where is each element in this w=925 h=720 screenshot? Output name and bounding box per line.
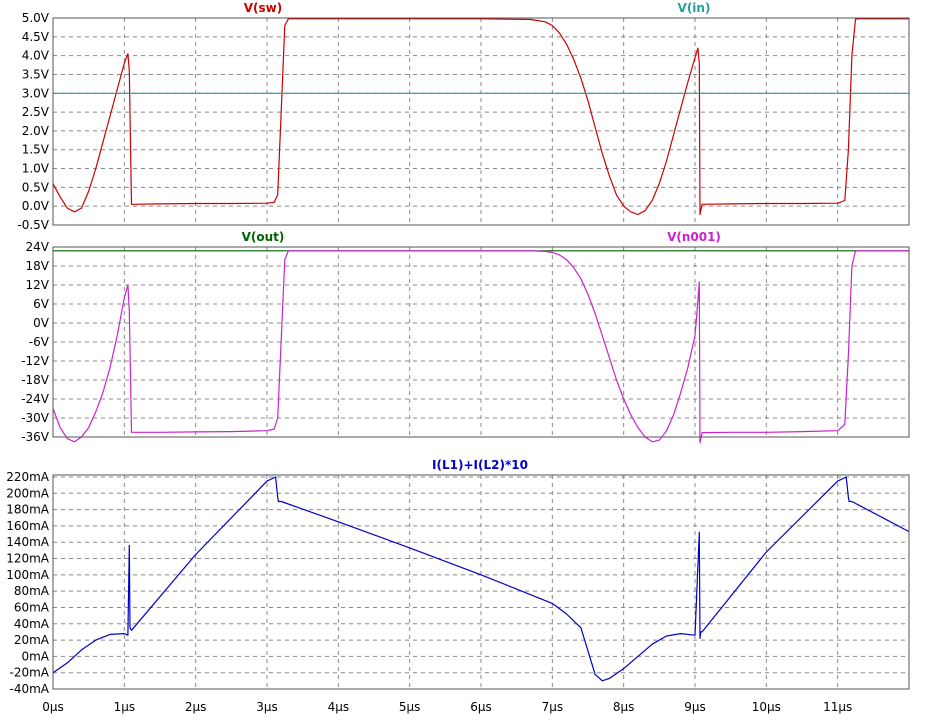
x-tick-label: 7µs: [542, 700, 564, 714]
plot-canvas: 5.0V 4.5V 4.0V 3.5V 3.0V 2.5V 2.0V 1.5V 1.0V 0.5V…: [0, 0, 925, 715]
y-tick-label: 0.5V: [22, 180, 50, 194]
y-tick-label: 24V: [26, 240, 50, 254]
y-tick-label: 4.5V: [22, 30, 50, 44]
y-tick-label: 0.0V: [22, 199, 50, 213]
x-tick-label: 1µs: [114, 700, 136, 714]
y-tick-label: 100mA: [6, 568, 50, 582]
y-tick-label: -6V: [29, 335, 50, 349]
y-tick-label: -36V: [21, 430, 50, 444]
y-tick-label: 80mA: [14, 584, 50, 598]
y-tick-label: 4.0V: [22, 49, 50, 63]
y-tick-label: -40mA: [10, 682, 50, 696]
y-tick-label: 200mA: [6, 486, 50, 500]
x-tick-label: 3µs: [256, 700, 278, 714]
y-tick-label: 1.5V: [22, 143, 50, 157]
y-tick-label: 40mA: [14, 617, 50, 631]
y-tick-label: -0.5V: [17, 218, 49, 232]
series-label[interactable]: V(sw): [244, 1, 282, 15]
y-tick-label: 6V: [33, 297, 50, 311]
y-tick-label: 2.0V: [22, 124, 50, 138]
waveform-viewer: 5.0V 4.5V 4.0V 3.5V 3.0V 2.5V 2.0V 1.5V 1.0V 0.5V…: [0, 0, 925, 720]
x-tick-label: 9µs: [684, 700, 706, 714]
y-tick-label: 3.5V: [22, 67, 50, 81]
x-tick-label: 2µs: [185, 700, 207, 714]
x-tick-label: 4µs: [328, 700, 350, 714]
y-tick-label: 1.0V: [22, 162, 50, 176]
x-tick-label: 10µs: [752, 700, 781, 714]
y-tick-label: 180mA: [6, 503, 50, 517]
x-tick-label: 0µs: [42, 700, 64, 714]
y-tick-label: 3.0V: [22, 86, 50, 100]
series-label[interactable]: V(out): [242, 230, 285, 244]
y-tick-label: 2.5V: [22, 105, 50, 119]
y-tick-label: 120mA: [6, 552, 50, 566]
x-tick-label: 5µs: [399, 700, 421, 714]
y-tick-label: 140mA: [6, 535, 50, 549]
y-tick-label: 0V: [33, 316, 50, 330]
y-tick-label: 18V: [26, 259, 50, 273]
y-tick-label: -18V: [21, 373, 50, 387]
y-tick-label: 220mA: [6, 470, 50, 484]
y-tick-label: -30V: [21, 411, 50, 425]
y-tick-label: 20mA: [14, 633, 50, 647]
series-label[interactable]: V(n001): [667, 230, 721, 244]
y-tick-label: 12V: [26, 278, 50, 292]
y-tick-label: 60mA: [14, 600, 50, 614]
y-tick-label: 160mA: [6, 519, 50, 533]
x-tick-label: 11µs: [823, 700, 852, 714]
series-label[interactable]: V(in): [678, 1, 711, 15]
x-tick-label: 6µs: [470, 700, 492, 714]
series-label[interactable]: I(L1)+I(L2)*10: [432, 458, 528, 472]
y-tick-label: -24V: [21, 392, 50, 406]
y-tick-label: 0mA: [21, 649, 49, 663]
y-tick-label: 5.0V: [22, 11, 50, 25]
x-tick-label: 8µs: [613, 700, 635, 714]
y-tick-label: -20mA: [10, 666, 50, 680]
y-tick-label: -12V: [21, 354, 50, 368]
